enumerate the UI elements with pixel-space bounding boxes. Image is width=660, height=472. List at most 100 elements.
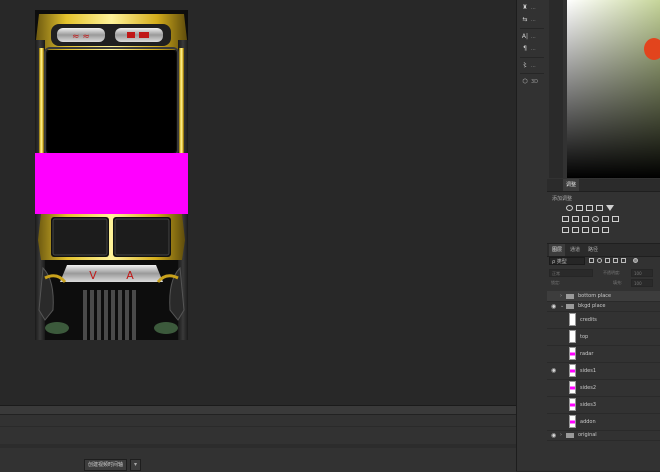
layer-kind-select[interactable]: ρ 类型 — [549, 257, 585, 265]
layer-thumbnail — [569, 330, 576, 343]
opacity-input[interactable]: 100 — [631, 269, 653, 277]
character-icon[interactable]: A|... — [521, 31, 543, 42]
svg-text:V: V — [89, 269, 97, 282]
tab-channels[interactable]: 通道 — [567, 244, 583, 256]
layer-name: sides1 — [580, 368, 597, 374]
layer-row[interactable]: addon — [547, 413, 660, 431]
eye-icon[interactable]: ◉ — [551, 433, 557, 439]
layer-thumbnail — [569, 415, 576, 428]
layer-name: bottom place — [578, 293, 612, 299]
chevron-down-icon[interactable]: ⌄ — [560, 303, 564, 309]
adjustments-tabs: 调整 — [547, 179, 660, 192]
channel-mixer-icon[interactable] — [602, 216, 609, 222]
layer-row[interactable]: credits — [547, 311, 660, 329]
visibility-toggle[interactable] — [551, 385, 557, 390]
pixel-filter-icon[interactable] — [589, 258, 594, 263]
layer-thumbnail — [569, 347, 576, 360]
layer-name: sides3 — [580, 402, 597, 408]
fill-label: 填充: — [613, 280, 623, 285]
svg-text:≈ ≈: ≈ ≈ — [72, 32, 90, 42]
adjustment-icons — [562, 205, 626, 235]
tab-layers[interactable]: 图层 — [549, 244, 566, 256]
photo-filter-icon[interactable] — [592, 216, 599, 222]
paragraph-icon[interactable]: ¶... — [521, 43, 543, 54]
layer-name: credits — [580, 317, 597, 323]
curves-icon[interactable] — [586, 205, 593, 211]
blend-row: 正常 不透明度: 100 — [549, 269, 660, 278]
brush-preset-icon[interactable]: ♜... — [521, 2, 543, 13]
vibrance-icon[interactable] — [606, 205, 614, 211]
layer-row[interactable]: sides3 — [547, 396, 660, 414]
folder-icon — [566, 304, 574, 309]
layers-list: › bottom place ◉ ⌄ bkgd place credits to… — [547, 290, 660, 471]
levels-icon[interactable] — [576, 205, 583, 211]
layer-thumbnail — [569, 313, 576, 326]
color-field[interactable] — [567, 0, 660, 178]
chevron-right-icon[interactable]: › — [560, 432, 562, 438]
visibility-toggle[interactable] — [551, 334, 557, 339]
visibility-toggle[interactable] — [551, 351, 557, 356]
lock-label: 锁定: — [551, 280, 561, 285]
tab-adjustments[interactable]: 调整 — [563, 179, 580, 191]
invert-icon[interactable] — [562, 227, 569, 233]
eye-icon[interactable]: ◉ — [551, 304, 557, 310]
visibility-toggle[interactable] — [551, 294, 557, 299]
blend-mode-select[interactable]: 正常 — [549, 269, 593, 277]
tab-paths[interactable]: 路径 — [585, 244, 601, 256]
document-canvas[interactable]: ≈ ≈ V A — [35, 10, 188, 340]
layer-name: original — [578, 432, 597, 438]
layer-thumbnail — [569, 381, 576, 394]
selective-color-icon[interactable] — [602, 227, 609, 233]
hue-icon[interactable] — [562, 216, 569, 222]
folder-icon — [566, 294, 574, 299]
visibility-toggle[interactable] — [551, 317, 557, 322]
timeline-divider — [0, 426, 516, 427]
visibility-toggle[interactable] — [551, 419, 557, 424]
lock-row: 锁定: 填充: 100 — [549, 279, 660, 288]
logo-fragment — [644, 38, 660, 60]
bw-icon[interactable] — [582, 216, 589, 222]
layers-tabs: 图层 通道 路径 — [547, 243, 660, 257]
timeline-ruler — [0, 444, 516, 448]
layer-row[interactable]: ◉ sides1 — [547, 362, 660, 380]
color-lookup-icon[interactable] — [612, 216, 619, 222]
3d-icon[interactable]: ⬡ 3D — [521, 76, 543, 87]
gradient-map-icon[interactable] — [592, 227, 599, 233]
tab-collapse[interactable] — [551, 179, 557, 191]
brightness-icon[interactable] — [566, 205, 573, 211]
smart-filter-icon[interactable] — [621, 258, 626, 263]
layer-name: bkgd place — [578, 303, 606, 309]
timeline-panel: 创建视频时间轴 ▾ — [0, 405, 516, 472]
filter-toggle-icon[interactable] — [633, 258, 638, 263]
layer-name: addon — [580, 419, 596, 425]
layer-thumbnail — [569, 398, 576, 411]
layer-thumbnail — [569, 364, 576, 377]
color-panel-sidebar — [549, 0, 563, 178]
add-adjustment-label: 添加调整 — [552, 196, 573, 202]
create-video-timeline-button[interactable]: 创建视频时间轴 — [84, 459, 128, 471]
layer-row[interactable]: ◉ › original — [547, 430, 660, 441]
layer-filter-row: ρ 类型 — [549, 257, 660, 266]
layer-name: sides2 — [580, 385, 597, 391]
shape-filter-icon[interactable] — [613, 258, 618, 263]
layer-row[interactable]: sides2 — [547, 379, 660, 397]
chevron-down-icon[interactable]: ▾ — [130, 459, 141, 471]
layer-name: radar — [580, 351, 594, 357]
eye-icon[interactable]: ◉ — [551, 368, 557, 374]
adjustment-filter-icon[interactable] — [597, 258, 602, 263]
layer-row[interactable]: top — [547, 328, 660, 346]
chevron-right-icon[interactable]: › — [560, 293, 562, 299]
glyph-icon[interactable]: 〻... — [521, 60, 543, 71]
fill-input[interactable]: 100 — [631, 279, 653, 287]
svg-text:A: A — [126, 269, 134, 282]
type-filter-icon[interactable] — [605, 258, 610, 263]
timeline-header — [0, 406, 516, 415]
posterize-icon[interactable] — [572, 227, 579, 233]
threshold-icon[interactable] — [582, 227, 589, 233]
visibility-toggle[interactable] — [551, 402, 557, 407]
clone-source-icon[interactable]: ⇆... — [521, 14, 543, 25]
balance-icon[interactable] — [572, 216, 579, 222]
folder-icon — [566, 433, 574, 438]
layer-row[interactable]: radar — [547, 345, 660, 363]
exposure-icon[interactable] — [596, 205, 603, 211]
